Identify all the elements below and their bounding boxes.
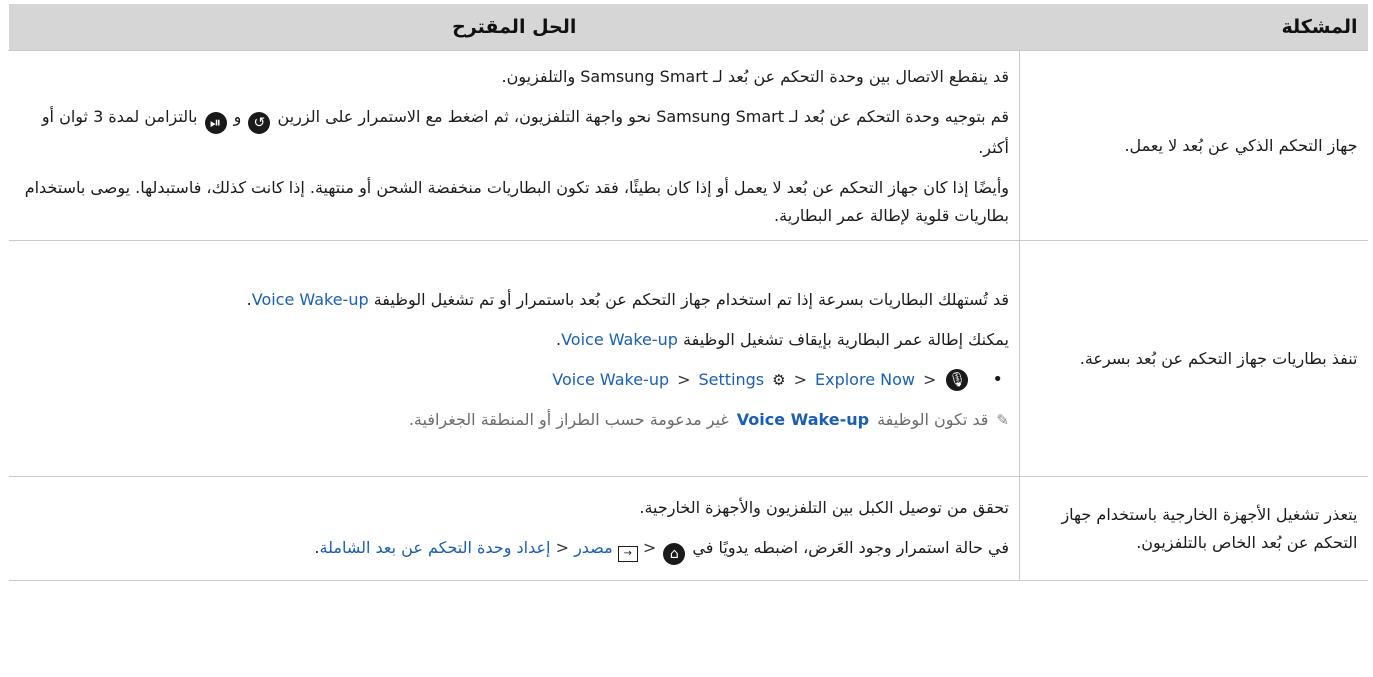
problem-cell: جهاز التحكم الذكي عن بُعد لا يعمل.: [1019, 50, 1368, 241]
solution-text: قم بتوجيه وحدة التحكم عن بُعد لـ Samsung…: [19, 103, 1009, 162]
solution-text: في حالة استمرار وجود العَرض، اضبطه يدويً…: [19, 534, 1009, 565]
header-solution: الحل المقترح: [8, 4, 1020, 51]
voice-wakeup-link[interactable]: Voice Wake-up: [252, 290, 369, 309]
menu-path: • 🎙 < Explore Now < ⚙ Settings < Voice W…: [19, 366, 1010, 394]
play-pause-icon: ⏯: [204, 112, 227, 134]
header-problem: المشكلة: [1019, 4, 1368, 51]
chevron-left-icon: <: [677, 369, 691, 389]
solution-text: وأيضًا إذا كان جهاز التحكم عن بُعد لا يع…: [24, 178, 1009, 225]
solution-cell: تحقق من توصيل الكبل بين التلفزيون والأجه…: [8, 476, 1020, 581]
path-source[interactable]: مصدر: [574, 538, 613, 557]
table-row: يتعذر تشغيل الأجهزة الخارجية باستخدام جه…: [8, 476, 1368, 581]
troubleshooting-table: المشكلة الحل المقترح جهاز التحكم الذكي ع…: [8, 4, 1368, 581]
table-row: تنفذ بطاريات جهاز التحكم عن بُعد بسرعة. …: [8, 240, 1368, 477]
solution-text-part: في حالة استمرار وجود العَرض، اضبطه يدويً…: [692, 538, 1009, 557]
gear-icon: ⚙: [772, 370, 786, 389]
return-icon: ↺: [248, 112, 271, 134]
problem-cell: يتعذر تشغيل الأجهزة الخارجية باستخدام جه…: [1019, 476, 1368, 581]
note: ✎ قد تكون الوظيفة Voice Wake-up غير مدعو…: [19, 406, 1009, 434]
table-row: جهاز التحكم الذكي عن بُعد لا يعمل. قد ين…: [8, 50, 1368, 241]
path-universal-remote-setup[interactable]: إعداد وحدة التحكم عن بعد الشاملة: [320, 538, 551, 557]
solution-text: قد ينقطع الاتصال بين وحدة التحكم عن بُعد…: [501, 67, 1009, 86]
solution-cell: قد تُستهلك البطاريات بسرعة إذا تم استخدا…: [8, 240, 1020, 477]
solution-cell: قد ينقطع الاتصال بين وحدة التحكم عن بُعد…: [8, 50, 1020, 241]
home-icon: ⌂: [663, 543, 686, 565]
chevron-left-icon: <: [793, 369, 807, 389]
and-text: و: [233, 107, 242, 126]
chevron-left-icon: <: [642, 538, 657, 557]
source-icon: →: [617, 546, 638, 562]
problem-cell: تنفذ بطاريات جهاز التحكم عن بُعد بسرعة.: [1019, 240, 1368, 477]
solution-text-part: يمكنك إطالة عمر البطارية بإيقاف تشغيل ال…: [683, 329, 1009, 349]
pencil-note-icon: ✎: [996, 410, 1009, 429]
solution-text: تحقق من توصيل الكبل بين التلفزيون والأجه…: [639, 498, 1009, 517]
chevron-left-icon: <: [555, 538, 569, 557]
note-text: قد تكون الوظيفة: [877, 409, 989, 429]
mic-icon: 🎙: [946, 368, 969, 391]
note-text: غير مدعومة حسب الطراز أو المنطقة الجغراف…: [408, 409, 729, 429]
solution-text-part: قم بتوجيه وحدة التحكم عن بُعد لـ Samsung…: [277, 107, 1009, 126]
voice-wakeup-link[interactable]: Voice Wake-up: [561, 330, 678, 349]
path-explore-now[interactable]: Explore Now: [815, 366, 915, 394]
path-voice-wakeup[interactable]: Voice Wake-up: [552, 366, 669, 394]
solution-text-part: قد تُستهلك البطاريات بسرعة إذا تم استخدا…: [373, 289, 1009, 309]
bullet: •: [992, 368, 1003, 390]
table-header-row: المشكلة الحل المقترح: [8, 4, 1368, 51]
chevron-left-icon: <: [922, 369, 937, 389]
solution-text: قد تُستهلك البطاريات بسرعة إذا تم استخدا…: [246, 289, 1009, 309]
voice-wakeup-link[interactable]: Voice Wake-up: [737, 406, 869, 434]
path-settings[interactable]: Settings: [699, 366, 765, 394]
solution-text: يمكنك إطالة عمر البطارية بإيقاف تشغيل ال…: [555, 329, 1009, 349]
